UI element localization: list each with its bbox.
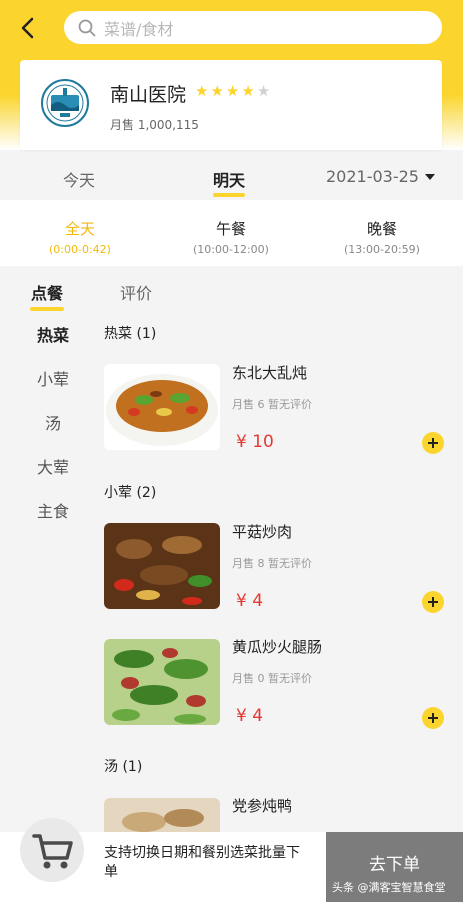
back-button[interactable] [16, 14, 40, 42]
star-icon: ★ [225, 82, 240, 100]
search-icon [78, 19, 96, 36]
meal-time: (0:00-0:42) [49, 243, 111, 256]
dish-price: ¥ 10 [236, 432, 274, 452]
tab-today[interactable]: 今天 [63, 167, 95, 191]
dish-image[interactable] [104, 364, 220, 450]
dish-meta: 月售 0 暂无评价 [232, 672, 312, 685]
meal-dinner[interactable]: 晚餐 (13:00-20:59) [317, 218, 447, 256]
batch-order-hint: 支持切换日期和餐别选菜批量下单 [104, 845, 300, 880]
star-icon: ★ [241, 82, 255, 100]
search-placeholder: 菜谱/食材 [104, 19, 174, 39]
star-icon: ★ [210, 82, 224, 100]
dish-name: 黄瓜炒火腿肠 [232, 638, 323, 656]
tab-tomorrow[interactable]: 明天 [213, 167, 245, 191]
dish-meta: 月售 8 暂无评价 [232, 557, 312, 570]
section-title: 热菜 (1) [104, 326, 157, 342]
tab-reviews[interactable]: 评价 [120, 280, 152, 304]
category-small-meat[interactable]: 小荤 [0, 366, 106, 390]
add-icon[interactable] [422, 707, 444, 729]
dish-photo-stew [104, 364, 220, 450]
date-tabs: 今天 明天 2021-03-25 [0, 158, 463, 198]
dish-name: 东北大乱炖 [232, 364, 308, 382]
cart-button[interactable] [20, 818, 84, 882]
rating-stars: ★ ★ ★ ★ ★ [195, 84, 270, 99]
shop-name: 南山医院 [110, 84, 187, 106]
dish-name: 党参炖鸭 [232, 797, 293, 815]
section-title: 汤 (1) [104, 759, 143, 775]
dish-image[interactable] [104, 523, 220, 609]
dish-price: ¥ 4 [236, 591, 264, 611]
meal-time: (10:00-12:00) [193, 243, 269, 256]
meal-selector: 全天 (0:00-0:42) 午餐 (10:00-12:00) 晚餐 (13:0… [0, 200, 463, 266]
dish-name: 平菇炒肉 [232, 523, 293, 541]
search-input[interactable]: 菜谱/食材 [64, 11, 442, 44]
dish-photo-mushroom [104, 523, 220, 609]
dish-meta: 月售 6 暂无评价 [232, 398, 312, 411]
dish-image[interactable] [104, 639, 220, 725]
checkout-label: 去下单 [369, 855, 420, 875]
date-picker[interactable]: 2021-03-25 [326, 167, 435, 186]
order-review-tabs: 点餐 评价 [0, 268, 463, 316]
shop-card[interactable]: 南山医院 ★ ★ ★ ★ ★ 月售 1,000,115 [20, 60, 442, 150]
meal-all-day[interactable]: 全天 (0:00-0:42) [15, 218, 145, 256]
watermark: 头条 @满客宝智慧食堂 [332, 881, 446, 894]
add-icon[interactable] [422, 432, 444, 454]
meal-lunch[interactable]: 午餐 (10:00-12:00) [166, 218, 296, 256]
section-title: 小荤 (2) [104, 485, 157, 501]
add-icon[interactable] [422, 591, 444, 613]
star-icon: ★ [256, 82, 271, 100]
back-arrow-icon [21, 17, 34, 39]
category-hot-dishes[interactable]: 热菜 [0, 322, 106, 346]
dish-price: ¥ 4 [236, 706, 264, 726]
selected-date: 2021-03-25 [326, 167, 419, 186]
category-soup[interactable]: 汤 [0, 410, 106, 434]
caret-down-icon [424, 173, 435, 180]
monthly-sales: 月售 1,000,115 [110, 118, 199, 132]
star-icon: ★ [195, 82, 209, 100]
meal-name: 晚餐 [366, 220, 397, 238]
bottom-bar: 支持切换日期和餐别选菜批量下单 去下单 头条 @满客宝智慧食堂 [0, 818, 463, 902]
tab-order[interactable]: 点餐 [31, 280, 63, 304]
meal-time: (13:00-20:59) [344, 243, 420, 256]
dish-photo-cucumber [104, 639, 220, 725]
cart-icon [32, 834, 73, 869]
category-staple[interactable]: 主食 [0, 498, 106, 522]
hospital-logo [41, 79, 89, 127]
category-big-meat[interactable]: 大荤 [0, 454, 106, 478]
date-tab-indicator [213, 193, 245, 197]
meal-name: 午餐 [215, 220, 246, 238]
meal-name: 全天 [64, 220, 95, 238]
sub-tab-indicator [30, 307, 64, 311]
